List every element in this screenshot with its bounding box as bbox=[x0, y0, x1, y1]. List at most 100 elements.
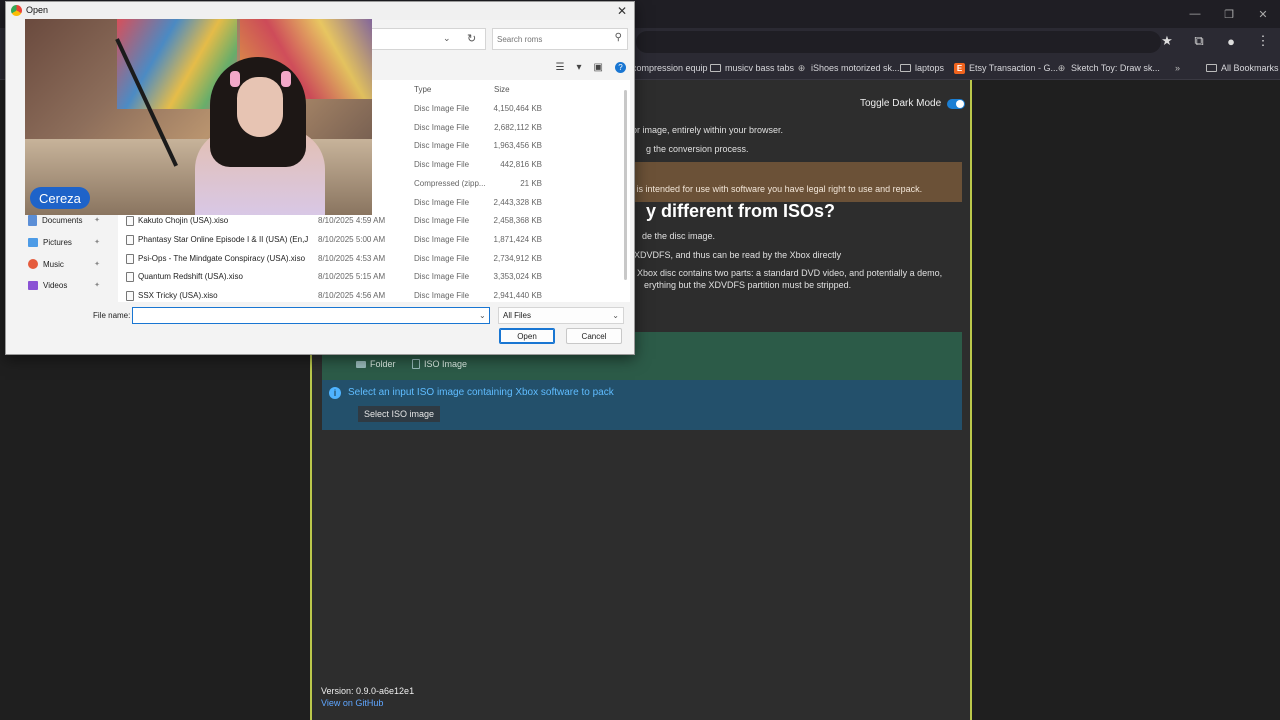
bookmark-label: iShoes motorized sk... bbox=[811, 63, 900, 73]
intro-line-1: or image, entirely within your browser. bbox=[632, 125, 784, 135]
version-text: Version: 0.9.0-a6e12e1 bbox=[321, 686, 415, 696]
address-bar[interactable] bbox=[636, 31, 1161, 53]
github-link[interactable]: View on GitHub bbox=[321, 698, 383, 708]
file-type: Disc Image File bbox=[414, 216, 470, 226]
sidebar-item-videos[interactable]: Videos ✦ bbox=[28, 277, 106, 293]
file-date: 8/10/2025 5:15 AM bbox=[318, 272, 386, 282]
sidebar-item-pictures[interactable]: Pictures ✦ bbox=[28, 234, 106, 250]
toggle-switch[interactable] bbox=[947, 98, 966, 109]
file-type: Disc Image File bbox=[414, 253, 470, 263]
music-icon bbox=[28, 259, 38, 269]
info-icon: i bbox=[329, 387, 341, 399]
folder-option[interactable]: Folder bbox=[356, 356, 396, 372]
bookmark-sketch-toy[interactable]: ⊕ Sketch Toy: Draw sk... bbox=[1056, 60, 1160, 76]
file-type: Disc Image File bbox=[414, 291, 470, 300]
minimize-button[interactable]: — bbox=[1178, 0, 1212, 28]
file-name: SSX Tricky (USA).xiso bbox=[138, 291, 218, 300]
scrollbar[interactable] bbox=[624, 90, 627, 280]
file-name-input[interactable] bbox=[132, 307, 490, 324]
folder-icon bbox=[710, 64, 721, 72]
pin-icon: ✦ bbox=[94, 217, 100, 224]
bookmark-musicv-bass-tabs[interactable]: musicv bass tabs bbox=[710, 60, 794, 76]
file-type-filter[interactable]: All Files ⌄ bbox=[498, 307, 624, 324]
chevron-down-icon[interactable]: ▾ bbox=[577, 62, 582, 73]
streamer-name-badge: Cereza bbox=[30, 187, 90, 209]
dark-mode-toggle[interactable]: Toggle Dark Mode bbox=[860, 98, 966, 109]
chevron-down-icon: ⌄ bbox=[612, 311, 619, 320]
webcam-person bbox=[281, 71, 291, 87]
bookmark-label: Sketch Toy: Draw sk... bbox=[1071, 63, 1160, 73]
file-icon bbox=[126, 272, 134, 283]
sidebar-item-label: Documents bbox=[42, 215, 83, 225]
folder-icon bbox=[1206, 64, 1217, 72]
file-row[interactable]: Quantum Redshift (USA).xiso 8/10/2025 5:1… bbox=[118, 268, 630, 286]
file-name: Psi-Ops - The Mindgate Conspiracy (USA).… bbox=[138, 253, 306, 263]
window-controls: — ❐ ✕ bbox=[1178, 0, 1280, 28]
file-name: Quantum Redshift (USA).xiso bbox=[138, 272, 243, 282]
bookmark-ishoes[interactable]: ⊕ iShoes motorized sk... bbox=[796, 60, 900, 76]
view-list-icon[interactable]: ☰ bbox=[556, 62, 565, 73]
bookmarks-overflow[interactable]: » bbox=[1172, 60, 1183, 76]
section-heading: y different from ISOs? bbox=[646, 201, 836, 221]
file-icon bbox=[126, 216, 134, 227]
dialog-close-button[interactable]: ✕ bbox=[614, 3, 630, 19]
videos-icon bbox=[28, 280, 38, 290]
cancel-button[interactable]: Cancel bbox=[566, 328, 622, 344]
open-button[interactable]: Open bbox=[499, 328, 555, 344]
folder-option-label: Folder bbox=[370, 359, 396, 369]
file-icon bbox=[126, 234, 134, 245]
file-name-label: File name: bbox=[93, 311, 131, 320]
dialog-title: Open bbox=[26, 5, 49, 15]
body-line-3: de the disc image. bbox=[642, 231, 716, 241]
search-input[interactable] bbox=[497, 32, 607, 46]
chrome-icon bbox=[11, 5, 22, 16]
select-iso-button[interactable]: Select ISO image bbox=[358, 406, 441, 422]
preview-pane-icon[interactable]: ▣ bbox=[594, 62, 603, 73]
chevron-right-icon: » bbox=[1174, 63, 1180, 73]
file-type: Disc Image File bbox=[414, 122, 470, 132]
file-date: 8/10/2025 4:59 AM bbox=[318, 216, 386, 226]
bookmark-compression-equip[interactable]: compression equip bbox=[632, 60, 708, 76]
webcam-person bbox=[237, 77, 283, 137]
file-size: 1,871,424 KB bbox=[493, 234, 542, 244]
bookmark-all-bookmarks[interactable]: All Bookmarks bbox=[1206, 60, 1279, 76]
bookmark-laptops[interactable]: laptops bbox=[900, 60, 944, 76]
file-size: 4,150,464 KB bbox=[493, 104, 542, 113]
profile-icon[interactable]: ● bbox=[1222, 32, 1240, 50]
dialog-search-box: ⚲ bbox=[492, 28, 628, 50]
bookmark-label: Etsy Transaction - G... bbox=[969, 63, 1059, 73]
menu-icon[interactable]: ⋮ bbox=[1254, 32, 1272, 50]
sidebar-item-label: Pictures bbox=[43, 237, 72, 247]
file-type: Disc Image File bbox=[414, 197, 470, 207]
refresh-icon[interactable]: ↻ bbox=[467, 32, 476, 45]
file-row[interactable]: SSX Tricky (USA).xiso 8/10/2025 4:56 AM Di… bbox=[118, 287, 630, 305]
filter-value: All Files bbox=[503, 311, 532, 320]
help-icon[interactable]: ? bbox=[615, 62, 626, 73]
column-type[interactable]: Type bbox=[414, 85, 431, 94]
file-row[interactable]: Psi-Ops - The Mindgate Conspiracy (USA).… bbox=[118, 250, 630, 268]
file-row[interactable]: Phantasy Star Online Episode I & II (USA… bbox=[118, 231, 630, 249]
iso-image-option[interactable]: ISO Image bbox=[412, 356, 467, 372]
bookmark-etsy[interactable]: E Etsy Transaction - G... bbox=[954, 60, 1058, 76]
file-size: 442,816 KB bbox=[500, 160, 542, 170]
extensions-icon[interactable]: ⧉ bbox=[1190, 32, 1208, 50]
sidebar-item-music[interactable]: Music ✦ bbox=[28, 256, 106, 272]
sidebar-item-label: Music bbox=[43, 259, 64, 269]
file-type: Compressed (zipp... bbox=[414, 178, 486, 188]
chevron-down-icon[interactable]: ⌄ bbox=[443, 33, 451, 44]
column-size[interactable]: Size bbox=[494, 85, 510, 94]
close-window-button[interactable]: ✕ bbox=[1246, 0, 1280, 28]
chevron-down-icon[interactable]: ⌄ bbox=[479, 311, 486, 320]
restore-button[interactable]: ❐ bbox=[1212, 0, 1246, 28]
file-size: 2,458,368 KB bbox=[493, 216, 542, 226]
bookmark-label: musicv bass tabs bbox=[725, 63, 795, 73]
info-text: Select an input ISO image containing Xbo… bbox=[348, 387, 614, 398]
warning-text: l is intended for use with software you … bbox=[632, 184, 923, 194]
intro-line-2: g the conversion process. bbox=[646, 144, 749, 154]
iso-option-label: ISO Image bbox=[424, 359, 468, 369]
folder-icon bbox=[356, 360, 366, 368]
file-name: Kakuto Chojin (USA).xiso bbox=[138, 216, 229, 226]
star-icon[interactable]: ★ bbox=[1158, 32, 1176, 50]
file-size: 2,682,112 KB bbox=[494, 122, 542, 132]
search-icon[interactable]: ⚲ bbox=[615, 32, 622, 43]
